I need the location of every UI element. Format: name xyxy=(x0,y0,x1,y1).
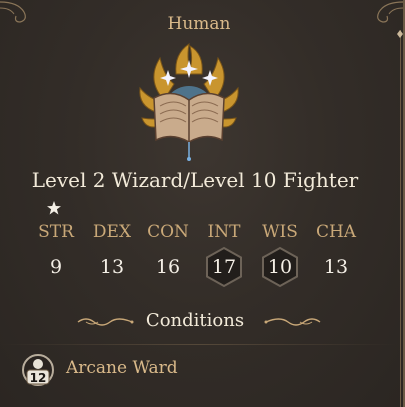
flourish-right-icon xyxy=(264,318,321,326)
ability-value: 16 xyxy=(155,256,181,278)
conditions-header: Conditions xyxy=(0,308,398,336)
ability-scores: STR 9 DEX 13 CON 16 INT 17 WIS 10 CHA 13 xyxy=(28,220,370,290)
ability-wis[interactable]: WIS 10 xyxy=(252,220,308,288)
character-sheet-panel: Human Level 2 Wizard/Level 10 Fighter ST… xyxy=(0,0,405,407)
scrollbar-track[interactable] xyxy=(397,30,403,407)
ability-label: DEX xyxy=(92,222,132,242)
ability-value: 9 xyxy=(49,256,63,278)
ability-int[interactable]: INT 17 xyxy=(196,220,252,288)
ability-value: 13 xyxy=(99,256,125,278)
ability-label: INT xyxy=(207,222,241,242)
ability-value: 10 xyxy=(267,256,293,278)
ability-dex[interactable]: DEX 13 xyxy=(84,220,140,286)
ability-label: CON xyxy=(147,222,189,242)
ability-value: 13 xyxy=(323,256,349,278)
condition-label: Arcane Ward xyxy=(66,358,178,378)
section-divider xyxy=(0,344,398,345)
ability-label: STR xyxy=(38,222,74,242)
ability-label: CHA xyxy=(315,222,357,242)
condition-arcane-ward[interactable]: 12 Arcane Ward xyxy=(20,352,280,388)
ability-value: 17 xyxy=(211,256,237,278)
star-icon xyxy=(47,201,61,215)
race-label: Human xyxy=(167,14,231,34)
conditions-title: Conditions xyxy=(145,310,245,331)
class-level-summary: Level 2 Wizard/Level 10 Fighter xyxy=(31,168,359,192)
condition-count-badge: 12 xyxy=(29,371,47,385)
ability-str[interactable]: STR 9 xyxy=(28,220,84,286)
wizard-class-emblem-icon xyxy=(139,42,239,161)
ability-con[interactable]: CON 16 xyxy=(140,220,196,286)
ability-cha[interactable]: CHA 13 xyxy=(308,220,364,286)
ability-label: WIS xyxy=(262,222,298,242)
